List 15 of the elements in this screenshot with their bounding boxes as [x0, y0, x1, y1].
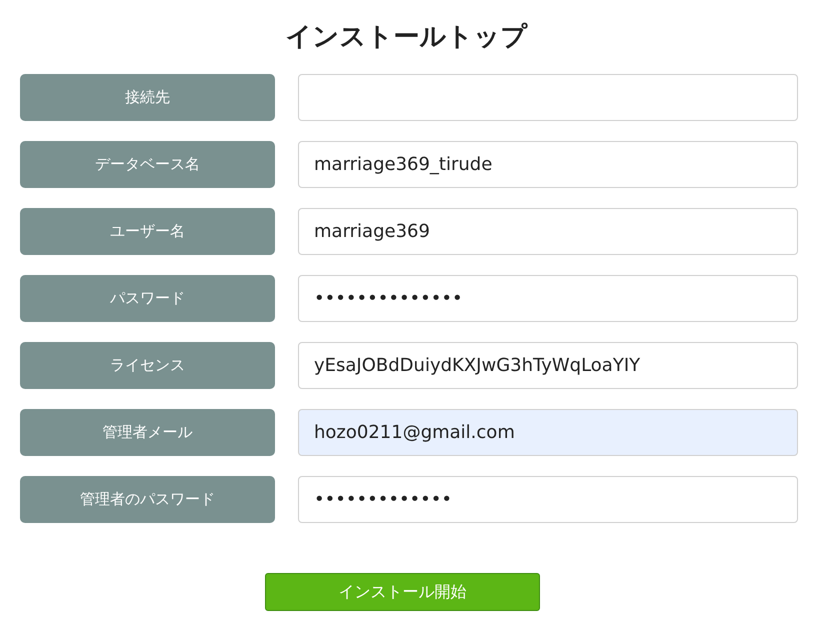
input-field[interactable]: hozo0211@gmail.com	[298, 409, 798, 456]
field-label: 接続先	[20, 74, 275, 121]
input-field[interactable]: yEsaJOBdDuiydKXJwG3hTyWqLoaYIY	[298, 342, 798, 389]
page-title: インストールトップ	[286, 21, 528, 54]
input-field[interactable]: ••••••••••••••	[298, 275, 798, 322]
input-field[interactable]: marriage369_tirude	[298, 141, 798, 188]
field-label: 管理者のパスワード	[20, 476, 275, 523]
input-field[interactable]: •••••••••••••	[298, 476, 798, 523]
field-label: ライセンス	[20, 342, 275, 389]
input-field[interactable]: marriage369	[298, 208, 798, 255]
field-label: データベース名	[20, 141, 275, 188]
input-field[interactable]	[298, 74, 798, 121]
field-label: パスワード	[20, 275, 275, 322]
field-label: 管理者メール	[20, 409, 275, 456]
field-label: ユーザー名	[20, 208, 275, 255]
